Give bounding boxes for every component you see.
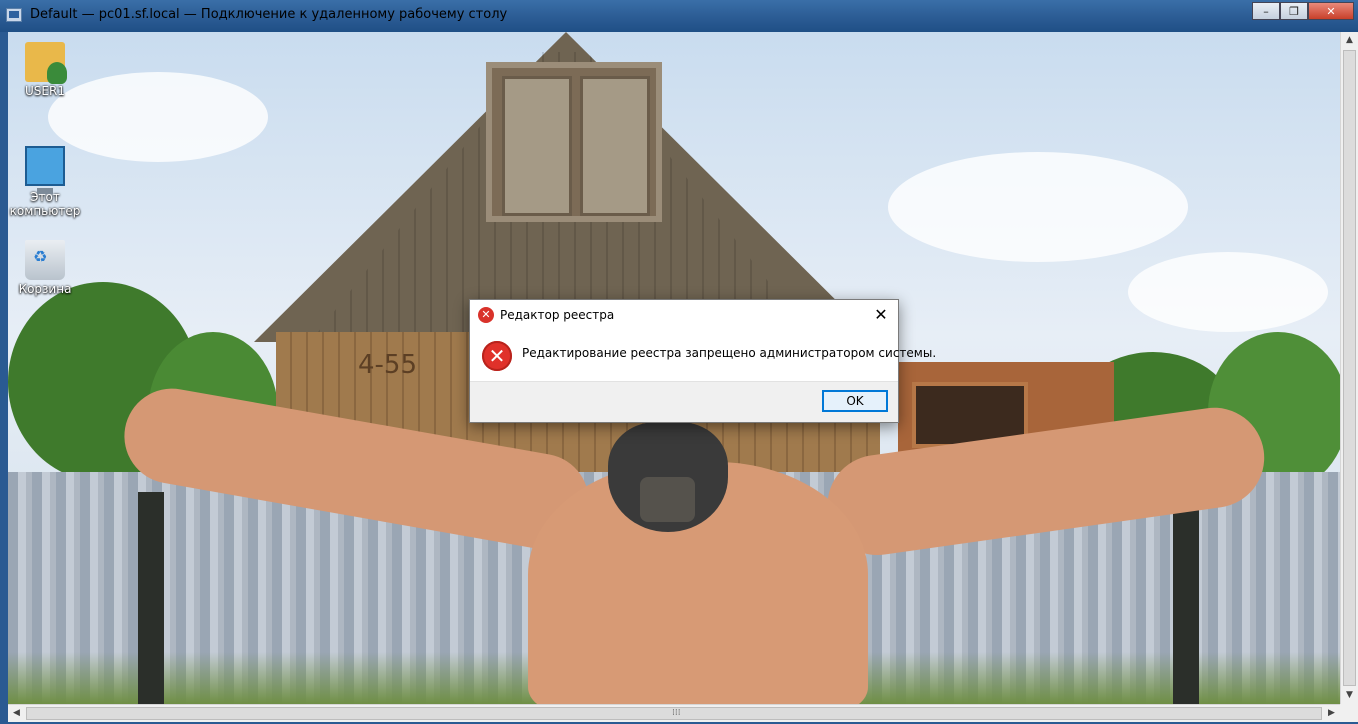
error-icon: ✕ xyxy=(478,307,494,323)
desktop-icon-this-pc[interactable]: Этот компьютер xyxy=(8,140,85,218)
computer-icon xyxy=(25,146,65,194)
scroll-left-arrow-icon[interactable]: ◀ xyxy=(8,705,25,722)
dialog-titlebar[interactable]: ✕ Редактор реестра ✕ xyxy=(470,300,898,330)
minimize-button[interactable]: – xyxy=(1252,2,1280,20)
desktop-icon-recycle-bin[interactable]: Корзина xyxy=(8,240,85,296)
window-title: Default — pc01.sf.local — Подключение к … xyxy=(30,7,508,22)
ok-button[interactable]: OK xyxy=(822,390,888,412)
window-pane xyxy=(580,76,650,216)
fence-post xyxy=(138,492,164,704)
vertical-scroll-thumb[interactable] xyxy=(1343,50,1356,686)
window-frame-left xyxy=(0,32,8,724)
dialog-close-button[interactable]: ✕ xyxy=(870,304,892,326)
vertical-scrollbar[interactable]: ▲ ▼ xyxy=(1340,32,1358,704)
scroll-up-arrow-icon[interactable]: ▲ xyxy=(1341,32,1358,49)
desktop-icon-label: USER1 xyxy=(25,84,65,98)
cloud-shape xyxy=(1128,252,1328,332)
remote-desktop-icon[interactable] xyxy=(6,8,22,22)
gas-mask-filter xyxy=(640,477,695,522)
scroll-right-arrow-icon[interactable]: ▶ xyxy=(1323,705,1340,722)
scrollbar-corner xyxy=(1340,704,1358,722)
scroll-grip-icon: ⁞⁞⁞ xyxy=(672,708,681,718)
desktop-icon-label: Корзина xyxy=(18,282,72,296)
window-controls: – ❐ ✕ xyxy=(1252,2,1354,20)
restore-button[interactable]: ❐ xyxy=(1280,2,1308,20)
rdp-titlebar[interactable]: Default — pc01.sf.local — Подключение к … xyxy=(0,0,1358,32)
dialog-message: Редактирование реестра запрещено админис… xyxy=(522,346,937,360)
desktop-icon-label: Этот компьютер xyxy=(9,190,81,218)
horizontal-scroll-thumb[interactable]: ⁞⁞⁞ xyxy=(26,707,1322,720)
dialog-footer: OK xyxy=(470,381,898,422)
dialog-title: Редактор реестра xyxy=(500,308,615,322)
cloud-shape xyxy=(888,152,1188,262)
window-pane xyxy=(502,76,572,216)
recycle-bin-icon xyxy=(25,240,65,280)
error-icon: ✕ xyxy=(482,341,512,371)
house-window xyxy=(486,62,662,222)
user-folder-icon xyxy=(25,42,67,84)
error-dialog: ✕ Редактор реестра ✕ ✕ Редактирование ре… xyxy=(469,299,936,423)
house-number: 4-55 xyxy=(358,350,418,380)
horizontal-scrollbar[interactable]: ◀ ⁞⁞⁞ ▶ xyxy=(8,704,1340,722)
scroll-down-arrow-icon[interactable]: ▼ xyxy=(1341,687,1358,704)
close-button[interactable]: ✕ xyxy=(1308,2,1354,20)
desktop-icon-user1[interactable]: USER1 xyxy=(8,42,85,98)
fence-post xyxy=(1173,492,1199,704)
